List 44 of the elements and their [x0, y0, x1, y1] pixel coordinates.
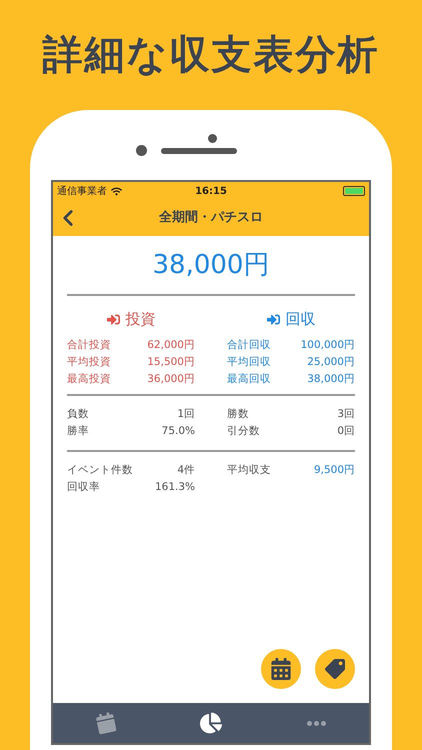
stat-label: 平均収支: [227, 462, 271, 478]
carrier-name: 通信事業者: [57, 184, 107, 198]
stat-label: 負数: [67, 406, 89, 422]
stat-label: 勝数: [227, 406, 249, 422]
stat-label: 平均投資: [67, 354, 111, 370]
nav-title: 全期間・パチスロ: [158, 209, 264, 228]
stat-value: 25,000円: [307, 354, 355, 370]
battery-icon: [343, 186, 365, 196]
stat-label: 最高投資: [67, 372, 111, 386]
section-title: 回収: [286, 309, 316, 330]
stat-label: 勝率: [67, 424, 89, 438]
stat-value: 161.3%: [154, 480, 195, 494]
stat-label: 平均回収: [227, 354, 271, 370]
headline: 詳細な収支表分析: [42, 31, 380, 80]
tag-button[interactable]: [315, 649, 355, 689]
more-icon: [306, 720, 326, 726]
stat-value: 100,000円: [300, 338, 355, 352]
sign-in-icon: [106, 312, 120, 326]
stat-value: 15,500円: [147, 354, 195, 370]
stat-value: 36,000円: [147, 372, 195, 386]
calendar-icon: [94, 711, 118, 735]
sign-in-icon: [266, 312, 280, 326]
stat-value: 4件: [177, 462, 195, 478]
total-amount: 38,000円: [152, 248, 270, 282]
pie-chart-icon: [200, 712, 222, 734]
stat-value: 0回: [337, 424, 355, 438]
section-title: 投資: [126, 309, 156, 330]
calendar-icon: [271, 658, 291, 680]
calendar-button[interactable]: [261, 649, 301, 689]
stat-label: 回収率: [67, 480, 100, 494]
stat-value: 38,000円: [307, 372, 355, 386]
stat-label: 合計回収: [227, 338, 271, 352]
stat-label: 合計投資: [67, 338, 111, 352]
tag-icon: [325, 659, 345, 679]
stat-value: 75.0%: [162, 424, 195, 438]
stat-value: 1回: [177, 406, 195, 422]
stat-label: 引分数: [227, 424, 260, 438]
stat-value: 62,000円: [147, 338, 195, 352]
wifi-icon: [111, 186, 122, 196]
stat-label: イベント件数: [67, 462, 133, 478]
clock-time: 16:15: [195, 184, 227, 198]
stat-value: 3回: [337, 406, 355, 422]
stat-label: 最高回収: [227, 372, 271, 386]
stat-value: 9,500円: [314, 462, 355, 478]
